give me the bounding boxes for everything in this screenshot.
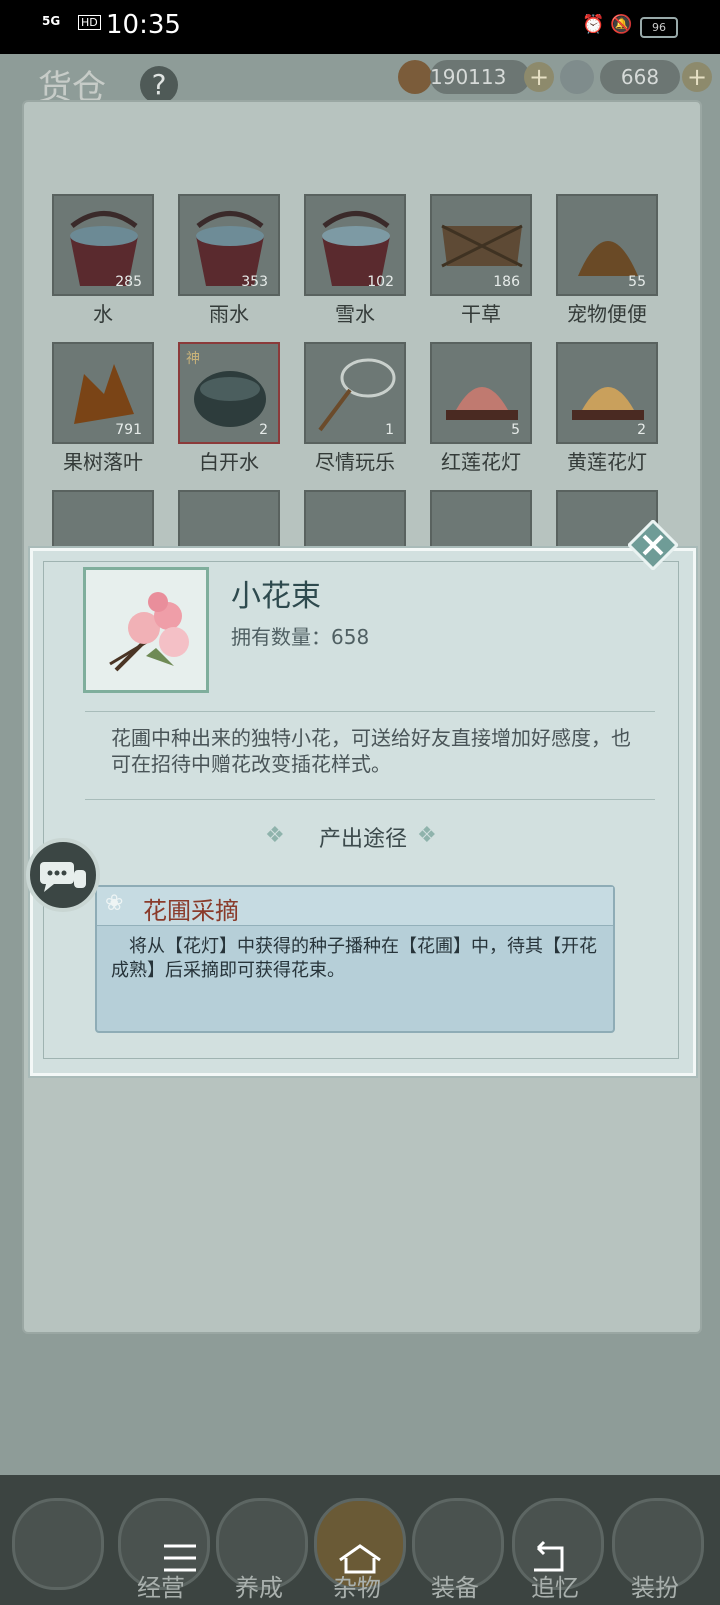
menu-icon[interactable] — [150, 1538, 210, 1578]
item-label: 雨水 — [209, 302, 249, 326]
silver-count: 668 — [600, 60, 680, 94]
battery-indicator: 96 — [640, 17, 678, 38]
item-count: 353 — [241, 274, 268, 290]
item-slot[interactable] — [304, 490, 406, 548]
item-image-frame — [83, 567, 209, 693]
item-label: 红莲花灯 — [441, 450, 521, 474]
close-button[interactable] — [626, 518, 680, 572]
close-icon — [626, 518, 680, 572]
item-slot-snowwater[interactable]: 102 — [304, 194, 406, 296]
back-icon[interactable] — [520, 1538, 580, 1578]
mute-icon: 🔕 — [610, 14, 633, 35]
dock-label: 装备 — [431, 1574, 479, 1602]
item-count: 1 — [385, 422, 394, 438]
item-label: 果树落叶 — [63, 450, 143, 474]
item-label: 黄莲花灯 — [567, 450, 647, 474]
clock: 10:35 — [106, 10, 181, 40]
source-card-header: ❀ 花圃采摘 — [97, 887, 613, 926]
item-label: 尽情玩乐 — [315, 450, 395, 474]
item-count: 2 — [259, 422, 268, 438]
item-count: 285 — [115, 274, 142, 290]
chat-button[interactable] — [26, 838, 100, 912]
add-coin-button[interactable]: + — [524, 62, 554, 92]
diamond-ornament-icon: ❖ — [417, 823, 437, 848]
item-slot-net[interactable]: 1 — [304, 342, 406, 444]
item-label: 白开水 — [199, 450, 259, 474]
alarm-icon: ⏰ — [582, 14, 605, 35]
item-slot-rainwater[interactable]: 353 — [178, 194, 280, 296]
item-count: 5 — [511, 422, 520, 438]
network-indicator: 5G — [42, 14, 61, 28]
back-arrow-button[interactable] — [12, 1498, 104, 1590]
home-icon[interactable] — [330, 1538, 390, 1578]
source-description: 将从【花灯】中获得的种子播种在【花圃】中，待其【开花成熟】后采摘即可获得花束。 — [111, 936, 597, 981]
item-slot[interactable] — [178, 490, 280, 548]
item-label: 水 — [93, 302, 113, 326]
item-slot-yellow-lotus-lamp[interactable]: 2 — [556, 342, 658, 444]
chat-bubble-icon — [40, 862, 86, 892]
divider — [85, 799, 655, 800]
copper-coin-icon — [398, 60, 432, 94]
item-slot-hay[interactable]: 186 — [430, 194, 532, 296]
lotus-icon: ❀ — [105, 891, 124, 916]
dock-label: 装扮 — [631, 1574, 679, 1602]
item-count: 102 — [367, 274, 394, 290]
item-count: 2 — [637, 422, 646, 438]
item-label: 雪水 — [335, 302, 375, 326]
source-card[interactable]: ❀ 花圃采摘 将从【花灯】中获得的种子播种在【花圃】中，待其【开花成熟】后采摘即… — [95, 885, 615, 1033]
item-slot[interactable] — [430, 490, 532, 548]
item-count: 186 — [493, 274, 520, 290]
copper-coin-count: 190113 — [430, 60, 530, 94]
item-detail-dialog: 小花束 拥有数量：658 花圃中种出来的独特小花，可送给好友直接增加好感度，也可… — [30, 548, 696, 1076]
silver-ingot-icon — [560, 60, 594, 94]
item-label: 干草 — [461, 302, 501, 326]
item-label: 宠物便便 — [567, 302, 647, 326]
item-slot-red-lotus-lamp[interactable]: 5 — [430, 342, 532, 444]
item-count: 55 — [628, 274, 646, 290]
hd-indicator: HD — [78, 15, 101, 30]
source-section-title: 产出途径 — [318, 827, 407, 852]
dock-label: 养成 — [235, 1574, 283, 1602]
item-slot-boiled-water[interactable]: 神 2 — [178, 342, 280, 444]
help-button[interactable]: ? — [140, 66, 178, 104]
item-slot[interactable] — [52, 490, 154, 548]
item-slot-pet-droppings[interactable]: 55 — [556, 194, 658, 296]
item-slot-fallen-leaves[interactable]: 791 — [52, 342, 154, 444]
item-slot-water[interactable]: 285 — [52, 194, 154, 296]
flower-bouquet-icon — [109, 592, 189, 672]
source-name: 花圃采摘 — [143, 897, 239, 925]
item-quantity: 拥有数量：658 — [231, 625, 370, 649]
divider — [85, 711, 655, 712]
item-description: 花圃中种出来的独特小花，可送给好友直接增加好感度，也可在招待中赠花改变插花样式。 — [111, 726, 631, 776]
item-count: 791 — [115, 422, 142, 438]
add-silver-button[interactable]: + — [682, 62, 712, 92]
status-bar: 5G HD 10:35 ⏰ 🔕 96 — [0, 0, 720, 54]
item-name: 小花束 — [231, 579, 321, 614]
